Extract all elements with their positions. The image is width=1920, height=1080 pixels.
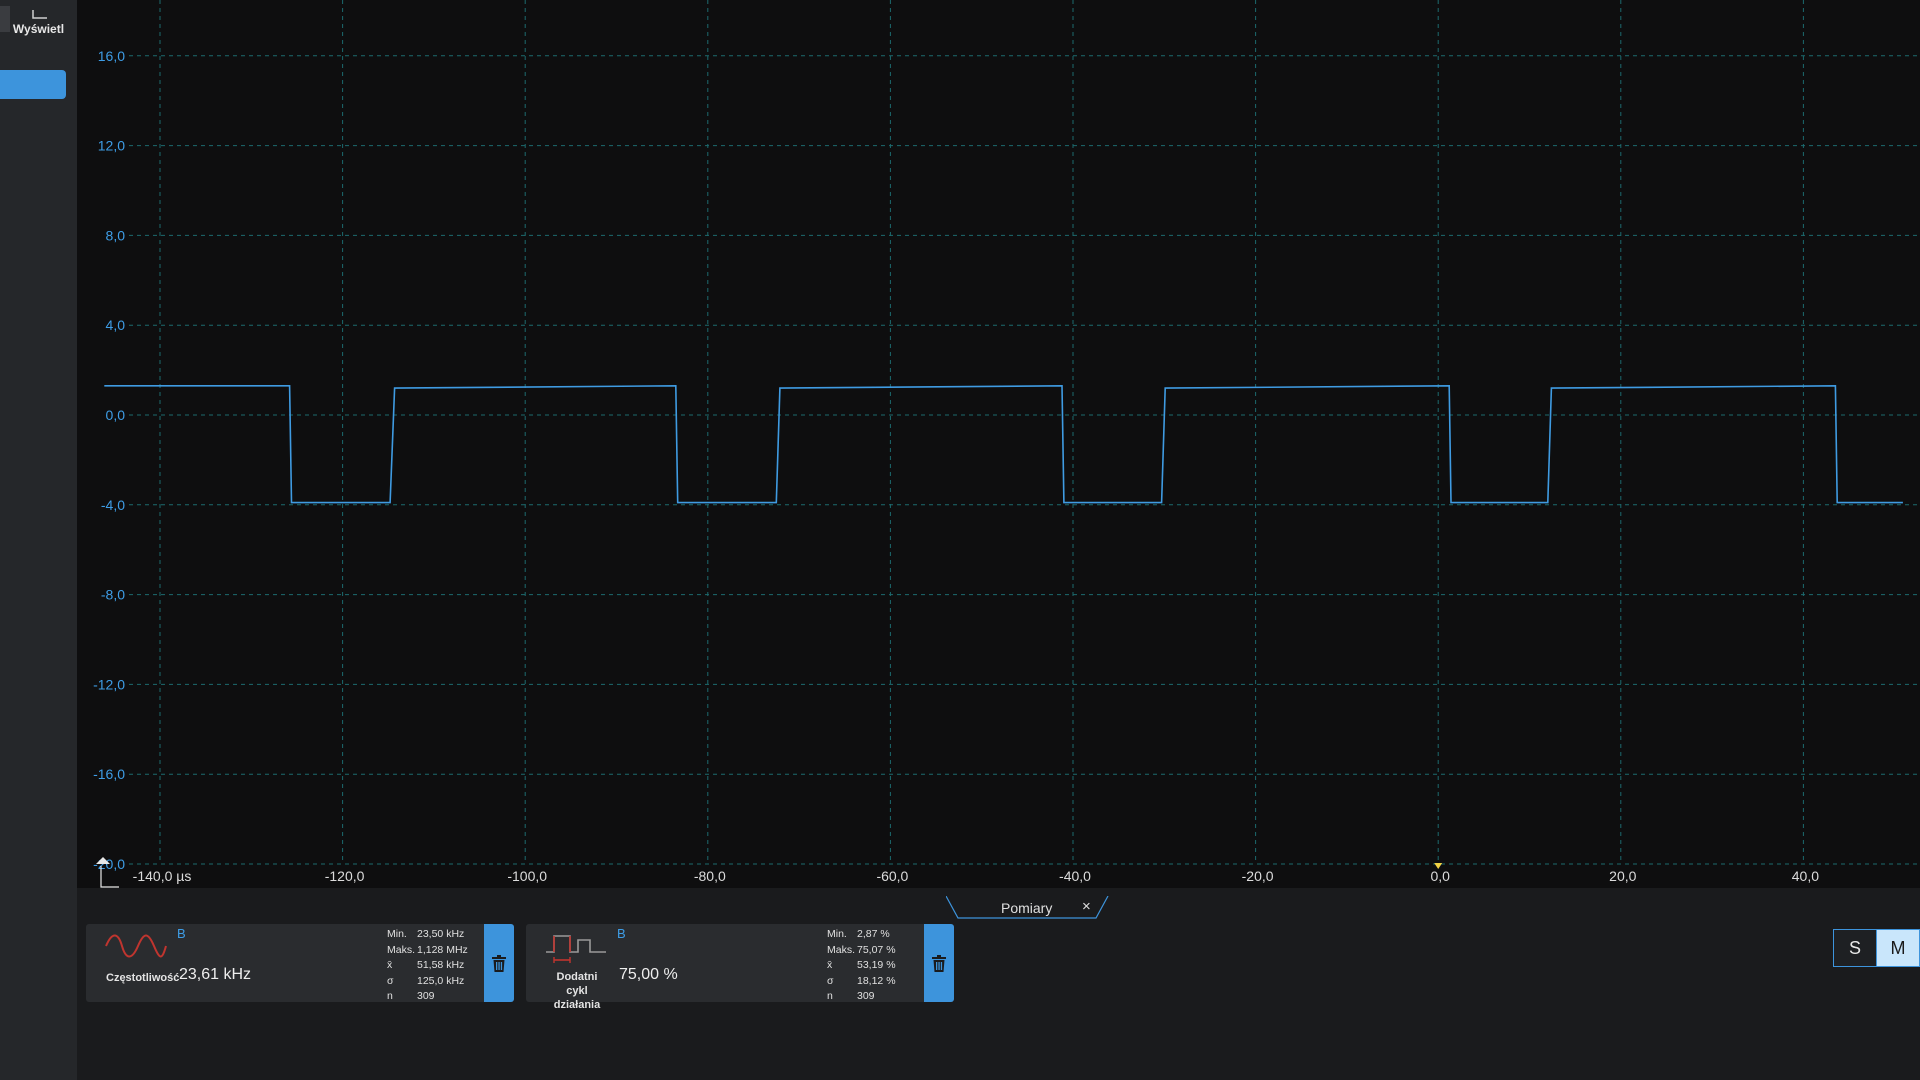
y-tick-label: 16,0 <box>98 48 125 64</box>
measurement-value: 75,00 % <box>619 966 678 983</box>
measurement-card-duty-cycle[interactable]: B Dodatni cykl działania 75,00 % Min. 2,8… <box>526 924 954 1011</box>
y-tick-label: 8,0 <box>106 227 126 243</box>
display-button-label: Wyświetl <box>12 22 65 36</box>
mode-s-button[interactable]: S <box>1834 930 1877 966</box>
stat-row-min: Min. 2,87 % <box>827 928 890 940</box>
stat-row-mean: x̄ 51,58 kHz <box>387 959 465 972</box>
measurements-tab[interactable]: Pomiary × <box>946 896 1110 920</box>
y-tick-label: 0,0 <box>106 407 126 423</box>
x-tick-label: 0,0 <box>1430 868 1450 884</box>
stat-row-sigma: σ 18,12 % <box>827 974 896 987</box>
stat-row-max: Maks. 1,128 MHz <box>387 943 468 956</box>
measurement-name-line2: działania <box>553 999 601 1011</box>
stat-row-count: n 309 <box>387 990 435 1003</box>
stat-row-mean: x̄ 53,19 % <box>827 959 896 972</box>
measurement-value: 23,61 kHz <box>179 966 252 983</box>
y-tick-label: -4,0 <box>101 497 125 513</box>
x-tick-label: -100,0 <box>507 868 547 884</box>
x-tick-label: -120,0 <box>325 868 365 884</box>
stat-row-count: n 309 <box>827 990 875 1003</box>
y-tick-label: -16,0 <box>93 766 125 782</box>
stat-row-max: Maks. 75,07 % <box>827 943 896 956</box>
trash-icon <box>492 954 506 972</box>
stat-row-sigma: σ 125,0 kHz <box>387 974 465 987</box>
trash-icon <box>932 954 946 972</box>
close-icon[interactable]: × <box>1082 898 1091 915</box>
stat-row-min: Min. 23,50 kHz <box>387 928 465 940</box>
waveform-trace <box>104 384 1903 504</box>
x-tick-label: -140,0 µs <box>133 868 192 884</box>
measurement-stats: Min. 2,87 % Maks. 75,07 % x̄ 53,19 % σ 18,12… <box>827 927 896 1005</box>
delete-measurement-button[interactable] <box>484 924 514 1002</box>
x-tick-label: 40,0 <box>1792 868 1819 884</box>
y-tick-label: 12,0 <box>98 138 125 154</box>
measurements-tab-label: Pomiary <box>1001 900 1053 916</box>
x-tick-label: -80,0 <box>694 868 726 884</box>
display-button[interactable]: Wyświetl <box>0 0 77 36</box>
measurement-name: Dodatni cykl działania <box>546 970 608 1012</box>
mode-m-button[interactable]: M <box>1877 930 1919 966</box>
measurement-name: Częstotliwość <box>106 972 180 984</box>
delete-measurement-button[interactable] <box>924 924 954 1002</box>
sidebar-selected-item[interactable] <box>0 70 66 99</box>
pulse-duty-icon <box>546 935 606 963</box>
x-tick-label: -40,0 <box>1059 868 1091 884</box>
oscilloscope-view[interactable]: 16,0 12,0 8,0 4,0 0,0 -4,0 -8,0 -12,0 -16,0 -20,0… <box>77 0 1920 888</box>
sidebar: Wyświetl <box>0 0 77 1080</box>
measurement-name-line1: Dodatni cykl <box>556 971 598 997</box>
mode-toggle[interactable]: S M <box>1833 929 1920 967</box>
channel-label: B <box>617 926 626 941</box>
display-icon <box>31 10 47 19</box>
measurement-card-frequency[interactable]: B Częstotliwość 23,61 kHz Min. 23,50 kHz … <box>86 924 514 1002</box>
y-tick-label: -12,0 <box>93 676 125 692</box>
x-tick-label: 20,0 <box>1609 868 1636 884</box>
y-tick-label: -8,0 <box>101 587 125 603</box>
measurement-stats: Min. 23,50 kHz Maks. 1,128 MHz x̄ 51,58 kHz… <box>387 927 468 1005</box>
channel-label: B <box>177 926 186 941</box>
sine-wave-icon <box>105 934 167 958</box>
x-tick-label: -20,0 <box>1242 868 1274 884</box>
x-tick-label: -60,0 <box>876 868 908 884</box>
waveform-chart[interactable]: 16,0 12,0 8,0 4,0 0,0 -4,0 -8,0 -12,0 -16,0 -20,0… <box>77 0 1920 888</box>
y-tick-label: 4,0 <box>106 317 126 333</box>
